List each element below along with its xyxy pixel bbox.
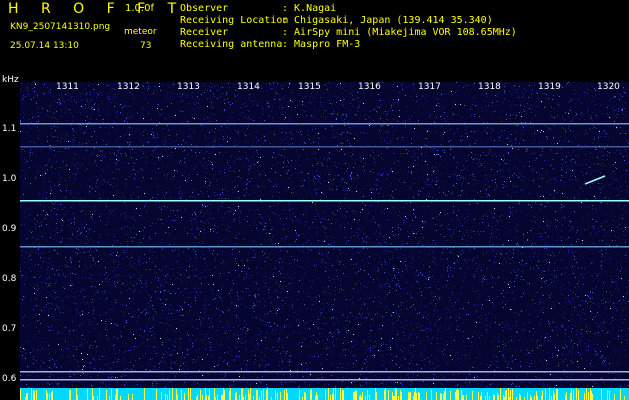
detection-unit: meteor: [124, 27, 157, 37]
receiver-value: : AirSpy mini (Miakejima VOR 108.65MHz): [282, 27, 517, 38]
x-tick-label: 1313: [176, 82, 201, 92]
location-value: : Chigasaki, Japan (139.414 35.340): [282, 15, 493, 26]
y-tick-label: 0.7: [2, 324, 17, 334]
y-tick-label: 1.0: [2, 174, 17, 184]
y-tick-label: 0.9: [2, 224, 17, 234]
location-label: Receiving Location: [180, 15, 289, 26]
y-tick-label: 1.1: [2, 124, 17, 134]
x-tick-label: 1320: [596, 82, 621, 92]
x-tick-label: 1318: [477, 82, 502, 92]
app-title: H R O F F T: [8, 1, 186, 17]
spectrogram-canvas: [20, 82, 629, 400]
meteor-count: 73: [140, 41, 152, 51]
observer-value: : K.Nagai: [282, 3, 337, 14]
y-axis-unit: kHz: [2, 75, 19, 85]
x-tick-label: 1311: [55, 82, 80, 92]
x-tick-label: 1319: [537, 82, 562, 92]
antenna-value: : Maspro FM-3: [282, 39, 361, 50]
x-tick-label: 1316: [357, 82, 382, 92]
x-tick-label: 1314: [236, 82, 261, 92]
observer-label: Observer: [180, 3, 229, 14]
spectrogram: [20, 82, 629, 400]
app-version: 1.0.0f: [125, 3, 154, 14]
antenna-label: Receiving antenna: [180, 39, 283, 50]
date-time: 25.07.14 13:10: [10, 41, 79, 51]
y-tick-label: 0.6: [2, 374, 17, 384]
file-name: KN9_2507141310.png: [10, 22, 111, 32]
y-tick-label: 0.8: [2, 274, 17, 284]
receiver-label: Receiver: [180, 27, 229, 38]
x-tick-label: 1312: [116, 82, 141, 92]
header: H R O F F T 1.0.0f KN9_2507141310.png me…: [0, 0, 629, 85]
x-tick-label: 1315: [297, 82, 322, 92]
x-tick-label: 1317: [417, 82, 442, 92]
